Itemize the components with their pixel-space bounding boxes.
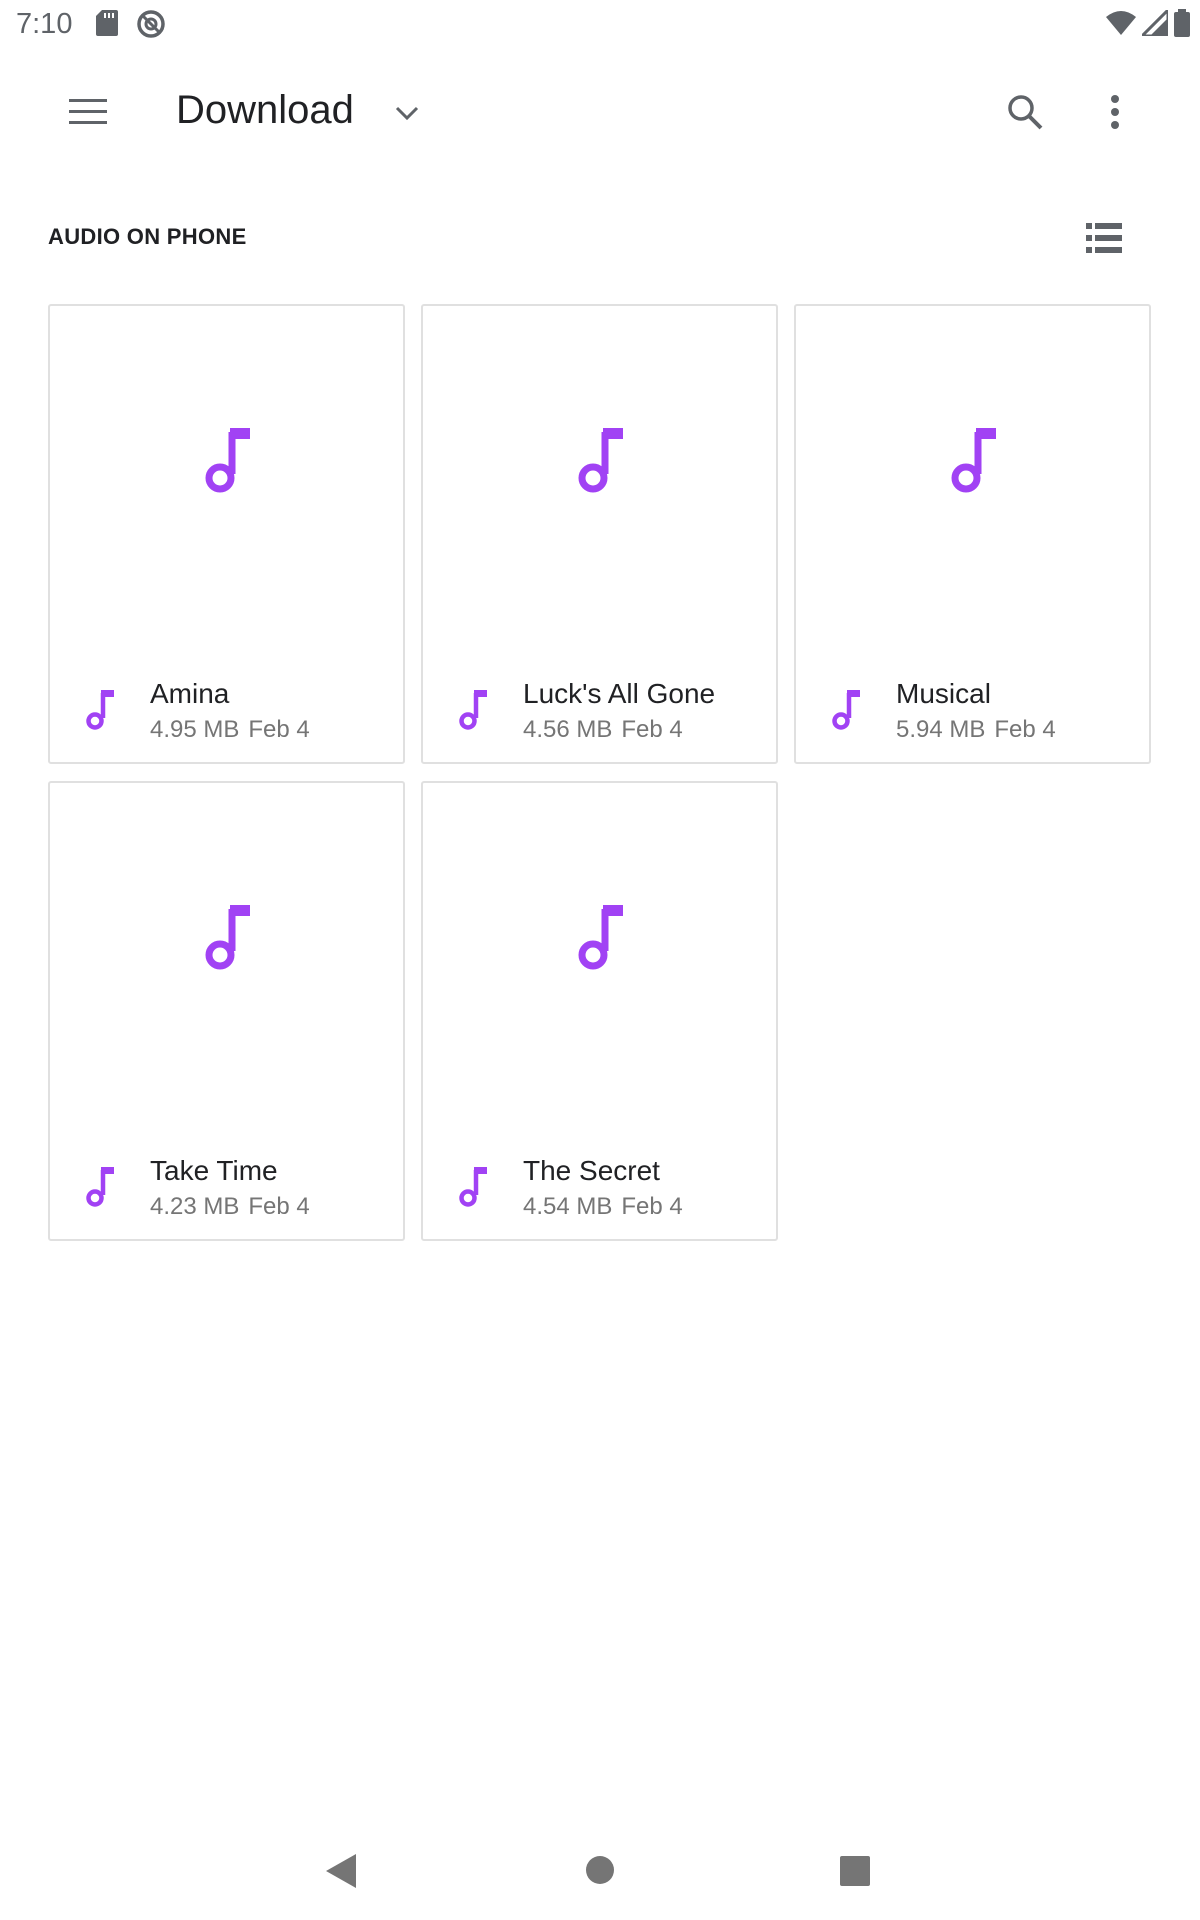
music-note-icon bbox=[86, 690, 114, 735]
home-icon[interactable] bbox=[585, 1855, 615, 1890]
more-vert-icon[interactable] bbox=[1085, 82, 1145, 142]
sync-icon bbox=[136, 9, 166, 44]
music-note-icon bbox=[578, 428, 623, 493]
file-size: 4.54 MB bbox=[523, 1193, 613, 1220]
file-thumbnail bbox=[796, 306, 1149, 646]
file-meta: 4.56 MB Feb 4 bbox=[523, 716, 683, 744]
file-date: Feb 4 bbox=[621, 1193, 683, 1220]
music-note-icon bbox=[578, 905, 623, 970]
file-name: The Secret bbox=[523, 1155, 660, 1186]
file-size: 4.23 MB bbox=[150, 1193, 240, 1220]
file-thumbnail bbox=[423, 306, 776, 646]
list-view-icon[interactable] bbox=[1080, 214, 1128, 262]
recents-icon[interactable] bbox=[840, 1856, 870, 1891]
music-note-icon bbox=[86, 1167, 114, 1212]
music-note-icon bbox=[951, 428, 996, 493]
music-note-icon bbox=[205, 905, 250, 970]
file-size: 4.95 MB bbox=[150, 716, 240, 743]
status-bar: 7:10 bbox=[0, 0, 1200, 50]
file-meta: 4.23 MB Feb 4 bbox=[150, 1193, 310, 1221]
file-meta: 4.95 MB Feb 4 bbox=[150, 716, 310, 744]
file-meta: 5.94 MB Feb 4 bbox=[896, 716, 1056, 744]
file-name: Luck's All Gone bbox=[523, 678, 716, 709]
navigation-bar bbox=[0, 1830, 1200, 1920]
file-name: Take Time bbox=[150, 1155, 278, 1186]
file-name: Musical bbox=[896, 678, 991, 709]
menu-icon[interactable] bbox=[58, 82, 118, 142]
status-time: 7:10 bbox=[16, 8, 73, 40]
status-icons bbox=[1106, 6, 1190, 42]
file-date: Feb 4 bbox=[994, 716, 1056, 743]
chevron-down-icon[interactable] bbox=[382, 88, 432, 138]
section-title: AUDIO ON PHONE bbox=[48, 224, 247, 249]
back-icon[interactable] bbox=[326, 1854, 356, 1893]
music-note-icon bbox=[459, 690, 487, 735]
music-note-icon bbox=[832, 690, 860, 735]
file-thumbnail bbox=[423, 783, 776, 1123]
wifi-icon bbox=[1106, 10, 1136, 41]
signal-icon bbox=[1138, 6, 1170, 41]
top-app-bar: Download bbox=[0, 60, 1200, 165]
file-card-the-secret[interactable]: The Secret 4.54 MB Feb 4 bbox=[421, 781, 778, 1241]
file-size: 5.94 MB bbox=[896, 716, 986, 743]
battery-icon bbox=[1174, 9, 1190, 42]
file-card-musical[interactable]: Musical 5.94 MB Feb 4 bbox=[794, 304, 1151, 764]
music-note-icon bbox=[205, 428, 250, 493]
file-size: 4.56 MB bbox=[523, 716, 613, 743]
file-date: Feb 4 bbox=[621, 716, 683, 743]
file-card-lucks-all-gone[interactable]: Luck's All Gone 4.56 MB Feb 4 bbox=[421, 304, 778, 764]
page-title[interactable]: Download bbox=[176, 88, 354, 133]
file-date: Feb 4 bbox=[248, 1193, 310, 1220]
search-icon[interactable] bbox=[995, 82, 1055, 142]
file-meta: 4.54 MB Feb 4 bbox=[523, 1193, 683, 1221]
file-card-amina[interactable]: Amina 4.95 MB Feb 4 bbox=[48, 304, 405, 764]
file-thumbnail bbox=[50, 306, 403, 646]
file-card-take-time[interactable]: Take Time 4.23 MB Feb 4 bbox=[48, 781, 405, 1241]
file-date: Feb 4 bbox=[248, 716, 310, 743]
file-name: Amina bbox=[150, 678, 230, 709]
file-thumbnail bbox=[50, 783, 403, 1123]
music-note-icon bbox=[459, 1167, 487, 1212]
sd-card-icon bbox=[96, 10, 118, 41]
